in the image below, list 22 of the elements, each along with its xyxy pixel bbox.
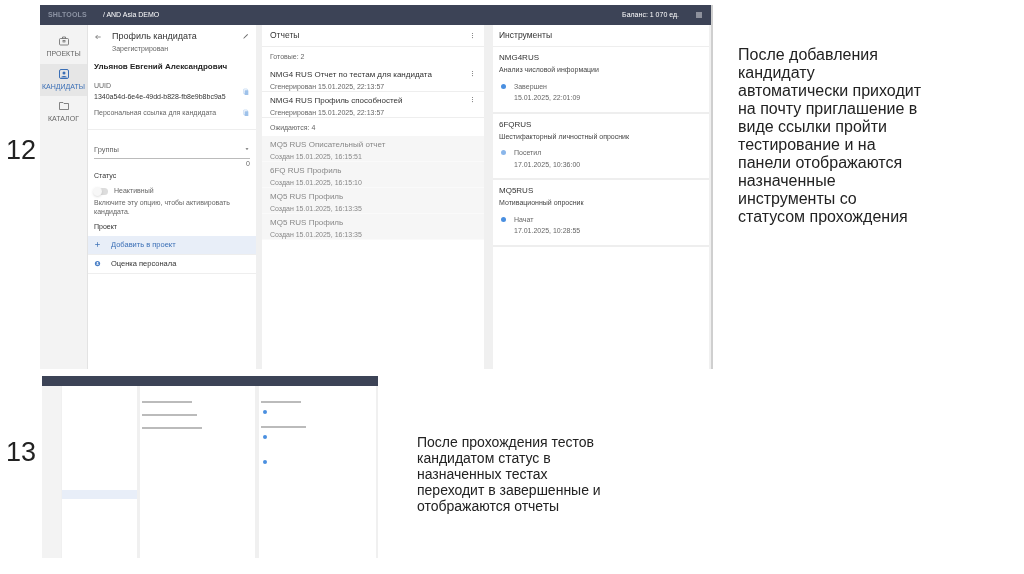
back-arrow-icon xyxy=(94,33,102,41)
briefcase-icon xyxy=(57,35,70,47)
panel-title: Профиль кандидата xyxy=(112,30,198,43)
person-icon xyxy=(57,67,70,80)
menu-icon xyxy=(695,11,703,19)
tool-code: 6FQRUS xyxy=(499,118,533,131)
people-icon xyxy=(94,260,101,268)
panel-title: Инструменты xyxy=(493,25,709,47)
tool-code: NMG4RUS xyxy=(499,52,540,64)
panel-title: Отчеты xyxy=(270,29,301,42)
copy-icon xyxy=(242,109,250,118)
step-number: 12 xyxy=(6,134,37,167)
pencil-icon xyxy=(242,32,250,40)
candidate-name: Ульянов Евгений Александрович xyxy=(93,61,229,73)
folder-icon xyxy=(57,100,70,112)
plus-icon xyxy=(94,241,101,249)
copy-icon xyxy=(242,87,250,96)
step-number: 13 xyxy=(6,436,37,469)
caption-text: После прохождения тестов кандидатом статус в назначенных тестах переходит в завершенные и отображаются отчеты xyxy=(417,434,602,514)
tool-code: MQ5RUS xyxy=(499,185,535,197)
toggle-switch[interactable] xyxy=(94,187,108,195)
caption-text: После добавления кандидату автоматически приходит на почту приглашение в виде ссылки пройти тестирование и на панели отображаются назначенные инструменты со статусом прохождения xyxy=(738,46,922,226)
